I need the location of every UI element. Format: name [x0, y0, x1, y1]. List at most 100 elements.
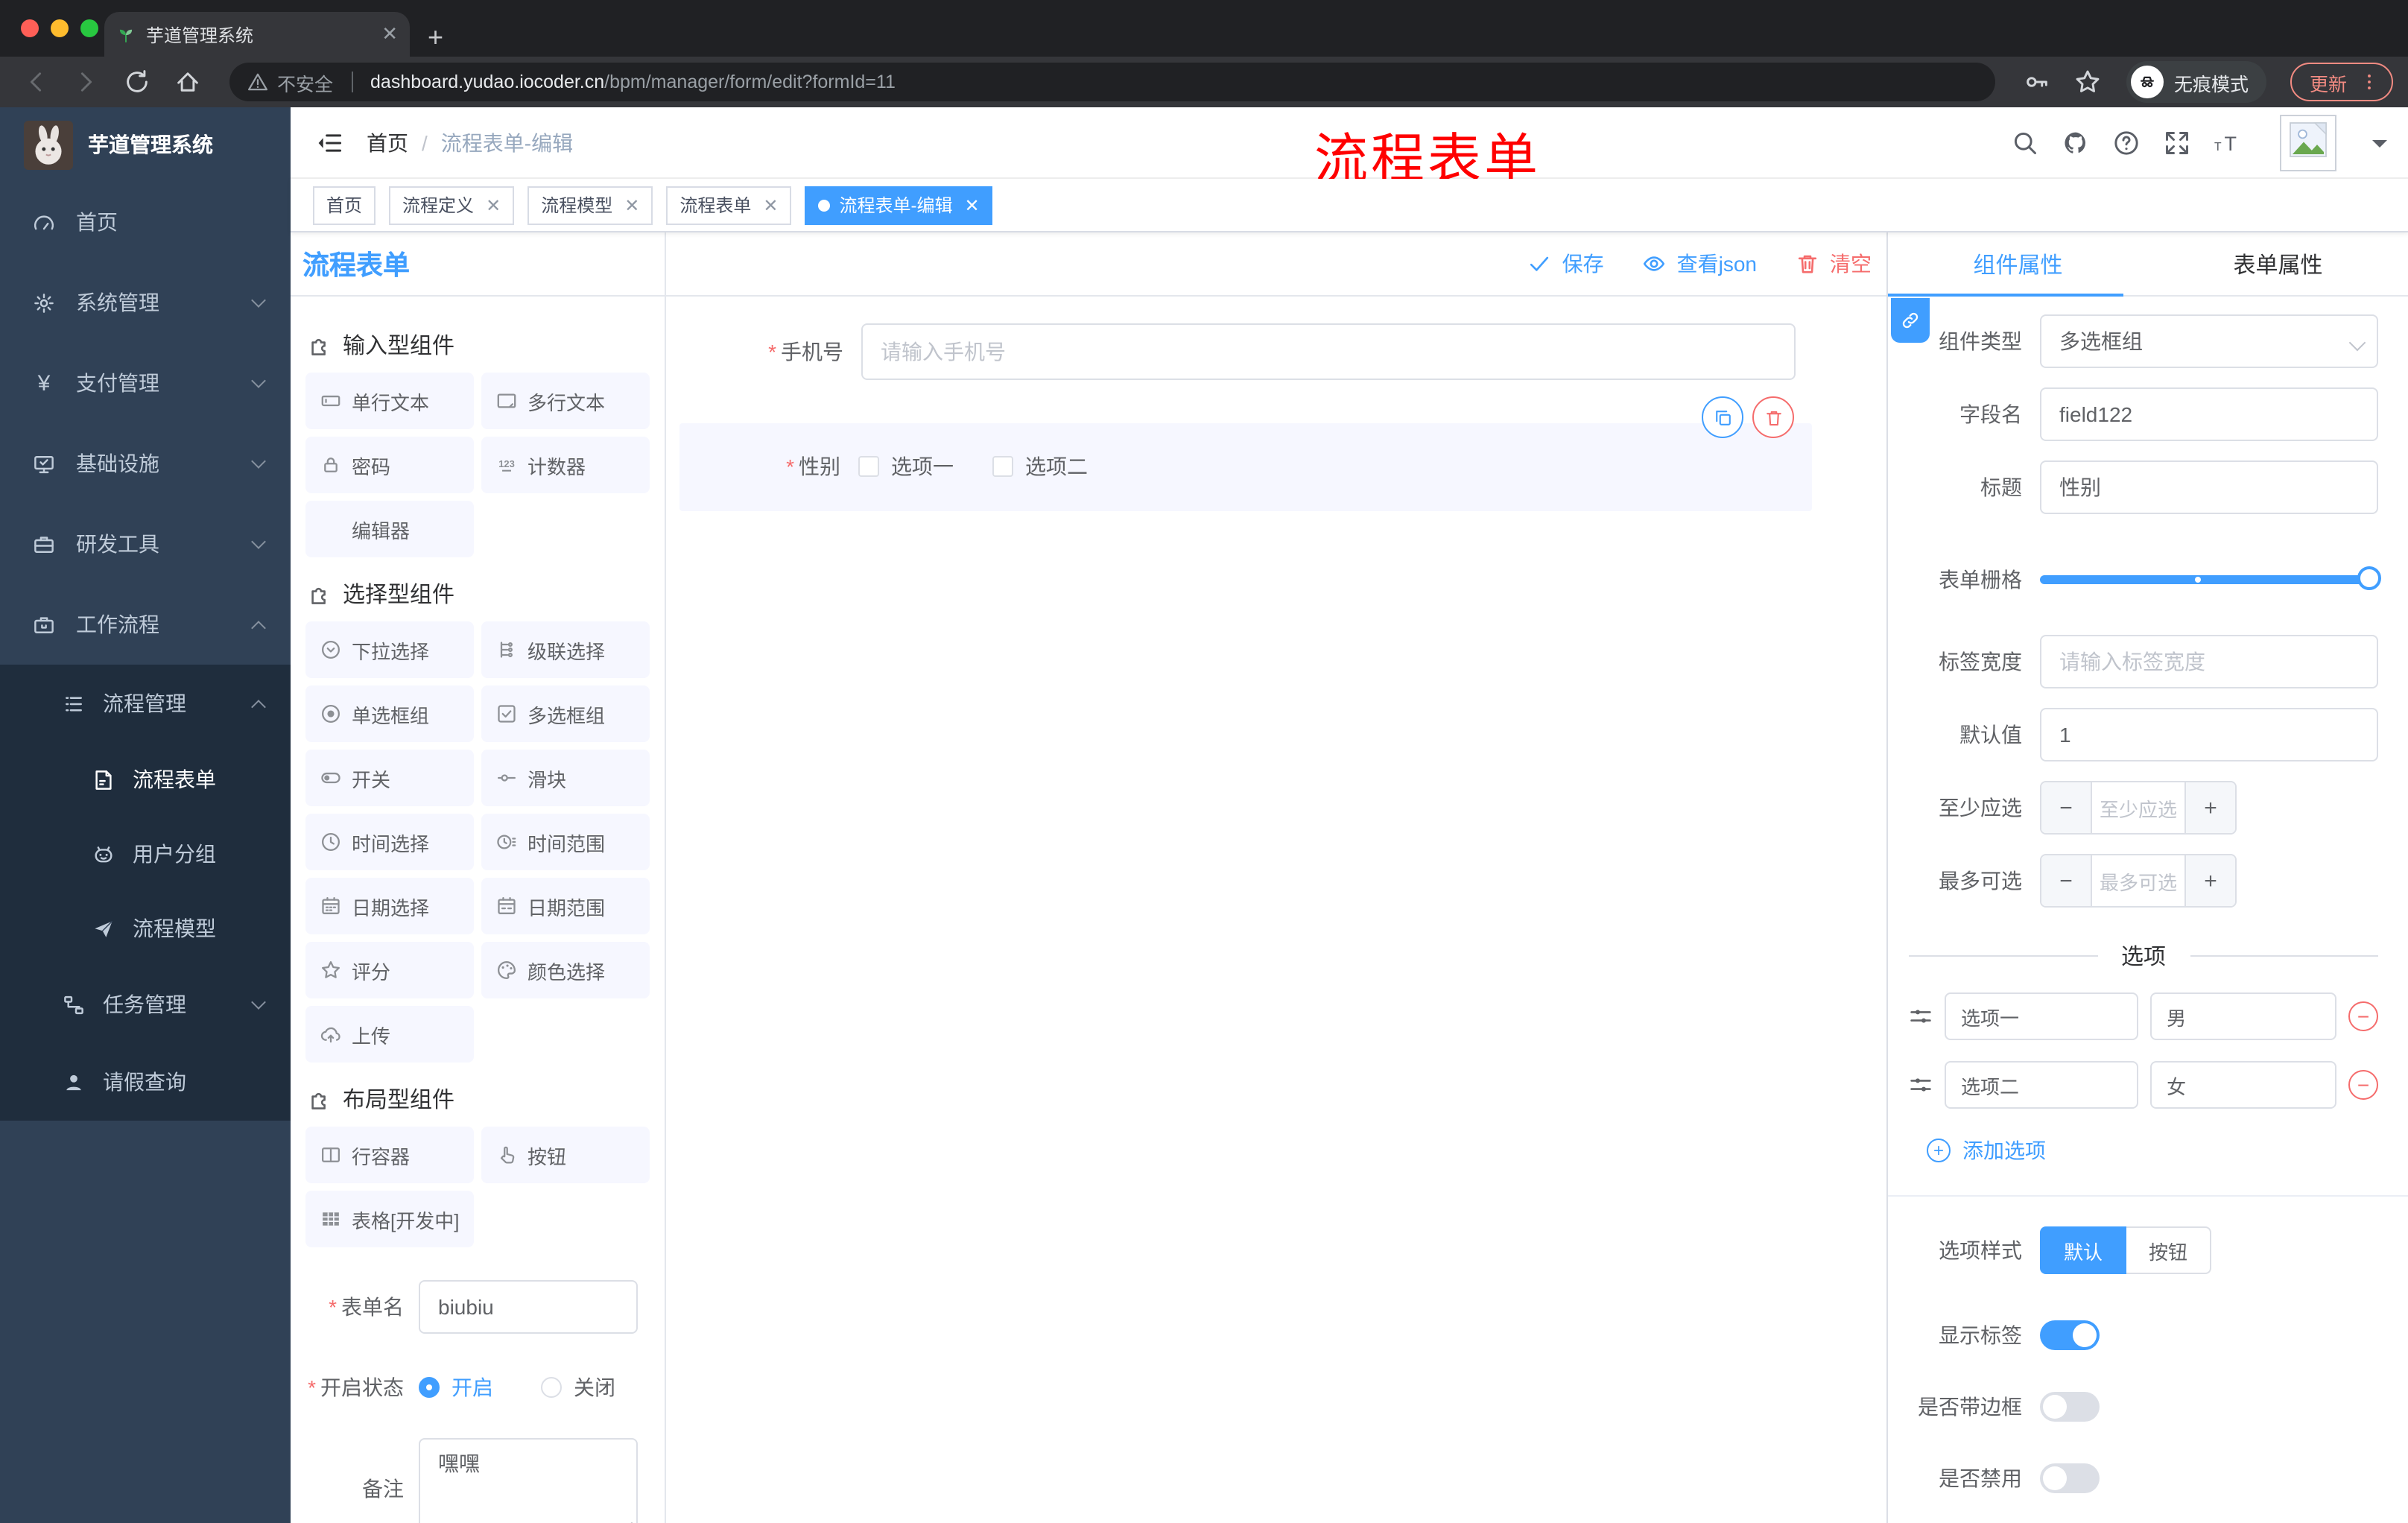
phone-field-row[interactable]: * 手机号 [666, 323, 1886, 380]
palette-item-counter[interactable]: 123 计数器 [481, 437, 650, 493]
tab-form-props[interactable]: 表单属性 [2148, 248, 2408, 279]
tag-close-icon[interactable]: ✕ [486, 194, 501, 215]
gender-option1-checkbox[interactable] [858, 456, 879, 477]
palette-item-upload[interactable]: 上传 [305, 1006, 474, 1063]
minimize-window-button[interactable] [51, 19, 69, 37]
palette-item-editor[interactable]: 编辑器 [305, 501, 474, 557]
view-json-button[interactable]: 查看json [1643, 249, 1757, 279]
tag-process-form-edit[interactable]: 流程表单-编辑 ✕ [805, 186, 993, 224]
min-select-value[interactable]: 至少应选 [2092, 782, 2184, 833]
add-option-button[interactable]: + 添加选项 [1927, 1136, 2378, 1165]
palette-item-select[interactable]: 下拉选择 [305, 621, 474, 678]
github-icon[interactable] [2062, 129, 2089, 156]
sidebar-item-infra[interactable]: 基础设施 [0, 423, 291, 504]
palette-item-single-text[interactable]: 单行文本 [305, 373, 474, 429]
tag-close-icon[interactable]: ✕ [965, 194, 980, 215]
remove-option-button[interactable]: − [2348, 1001, 2378, 1031]
url-bar[interactable]: 不安全 dashboard.yudao.iocoder.cn/bpm/manag… [229, 63, 1995, 101]
tag-process-form[interactable]: 流程表单 ✕ [666, 186, 792, 224]
tag-process-model[interactable]: 流程模型 ✕ [527, 186, 653, 224]
drag-handle-icon[interactable] [1909, 1004, 1933, 1028]
forward-icon[interactable] [73, 69, 100, 95]
drag-handle-icon[interactable] [1909, 1073, 1933, 1097]
gender-option1-label[interactable]: 选项一 [891, 452, 954, 481]
disabled-toggle[interactable] [2040, 1463, 2100, 1493]
tab-component-props[interactable]: 组件属性 [1888, 248, 2148, 279]
with-border-toggle[interactable] [2040, 1392, 2100, 1422]
sidebar-item-leave-query[interactable]: 请假查询 [0, 1043, 291, 1121]
tag-home[interactable]: 首页 [313, 186, 376, 224]
breadcrumb-home[interactable]: 首页 [367, 127, 408, 157]
palette-item-switch[interactable]: 开关 [305, 750, 474, 806]
plus-button[interactable]: + [2184, 855, 2235, 906]
search-icon[interactable] [2012, 129, 2038, 156]
palette-item-date-picker[interactable]: 日期选择 [305, 878, 474, 934]
label-width-input[interactable] [2040, 635, 2378, 688]
sidebar-item-user-group[interactable]: 用户分组 [0, 817, 291, 891]
link-anchor-button[interactable] [1891, 298, 1930, 343]
gender-option2-label[interactable]: 选项二 [1025, 452, 1088, 481]
gender-option2-checkbox[interactable] [992, 456, 1013, 477]
sidebar-item-task-mgmt[interactable]: 任务管理 [0, 966, 291, 1043]
reload-icon[interactable] [124, 69, 150, 95]
palette-item-color-picker[interactable]: 颜色选择 [481, 942, 650, 998]
remove-option-button[interactable]: − [2348, 1070, 2378, 1100]
delete-component-button[interactable] [1752, 396, 1794, 438]
palette-item-time-range[interactable]: 时间范围 [481, 814, 650, 870]
plus-button[interactable]: + [2184, 782, 2235, 833]
minus-button[interactable]: − [2041, 782, 2092, 833]
form-remark-textarea[interactable]: 嘿嘿 [419, 1438, 638, 1523]
status-off-radio[interactable] [541, 1377, 562, 1398]
sidebar-item-process-mgmt[interactable]: 流程管理 [0, 665, 291, 742]
title-input[interactable] [2040, 460, 2378, 514]
option1-value-input[interactable] [2150, 992, 2336, 1040]
fullscreen-icon[interactable] [2164, 129, 2190, 156]
sidebar-item-process-model[interactable]: 流程模型 [0, 891, 291, 966]
password-key-icon[interactable] [2024, 69, 2050, 95]
style-button-button[interactable]: 按钮 [2126, 1226, 2212, 1274]
sidebar-item-devtools[interactable]: 研发工具 [0, 504, 291, 584]
sidebar-item-workflow[interactable]: 工作流程 [0, 584, 291, 665]
component-type-select[interactable] [2040, 314, 2378, 368]
sidebar-item-payment[interactable]: ¥ 支付管理 [0, 343, 291, 423]
bookmark-star-icon[interactable] [2074, 69, 2101, 95]
status-off-label[interactable]: 关闭 [574, 1372, 615, 1402]
tab-close-icon[interactable]: ✕ [381, 22, 398, 46]
palette-item-date-range[interactable]: 日期范围 [481, 878, 650, 934]
default-value-input[interactable] [2040, 708, 2378, 762]
home-icon[interactable] [174, 69, 201, 95]
palette-item-radio-group[interactable]: 单选框组 [305, 685, 474, 742]
new-tab-button[interactable]: + [428, 24, 443, 51]
minus-button[interactable]: − [2041, 855, 2092, 906]
palette-item-cascader[interactable]: 级联选择 [481, 621, 650, 678]
palette-item-button[interactable]: 按钮 [481, 1127, 650, 1183]
field-name-input[interactable] [2040, 387, 2378, 441]
maximize-window-button[interactable] [80, 19, 98, 37]
font-size-icon[interactable]: TT [2214, 129, 2241, 156]
clear-button[interactable]: 清空 [1796, 249, 1872, 279]
form-grid-slider[interactable] [2040, 566, 2381, 590]
palette-item-checkbox-group[interactable]: 多选框组 [481, 685, 650, 742]
tag-process-definition[interactable]: 流程定义 ✕ [389, 186, 515, 224]
palette-item-rate[interactable]: 评分 [305, 942, 474, 998]
back-icon[interactable] [22, 69, 49, 95]
option2-value-input[interactable] [2150, 1061, 2336, 1109]
palette-item-password[interactable]: 密码 [305, 437, 474, 493]
sidebar-item-home[interactable]: 首页 [0, 182, 291, 262]
tag-close-icon[interactable]: ✕ [624, 194, 639, 215]
option1-label-input[interactable] [1945, 992, 2139, 1040]
form-name-input[interactable] [419, 1280, 638, 1334]
sidebar-item-process-form[interactable]: 流程表单 [0, 742, 291, 817]
status-on-radio[interactable] [419, 1377, 440, 1398]
palette-item-textarea[interactable]: 多行文本 [481, 373, 650, 429]
browser-update-button[interactable]: 更新 [2290, 63, 2393, 101]
tag-close-icon[interactable]: ✕ [763, 194, 778, 215]
browser-tab[interactable]: 芋道管理系统 ✕ [104, 12, 410, 57]
save-button[interactable]: 保存 [1528, 249, 1604, 279]
status-on-label[interactable]: 开启 [452, 1372, 493, 1402]
browser-menu-icon[interactable] [2359, 72, 2380, 92]
slider-handle[interactable] [2357, 566, 2381, 590]
help-icon[interactable] [2113, 129, 2140, 156]
palette-item-slider[interactable]: 滑块 [481, 750, 650, 806]
option2-label-input[interactable] [1945, 1061, 2139, 1109]
